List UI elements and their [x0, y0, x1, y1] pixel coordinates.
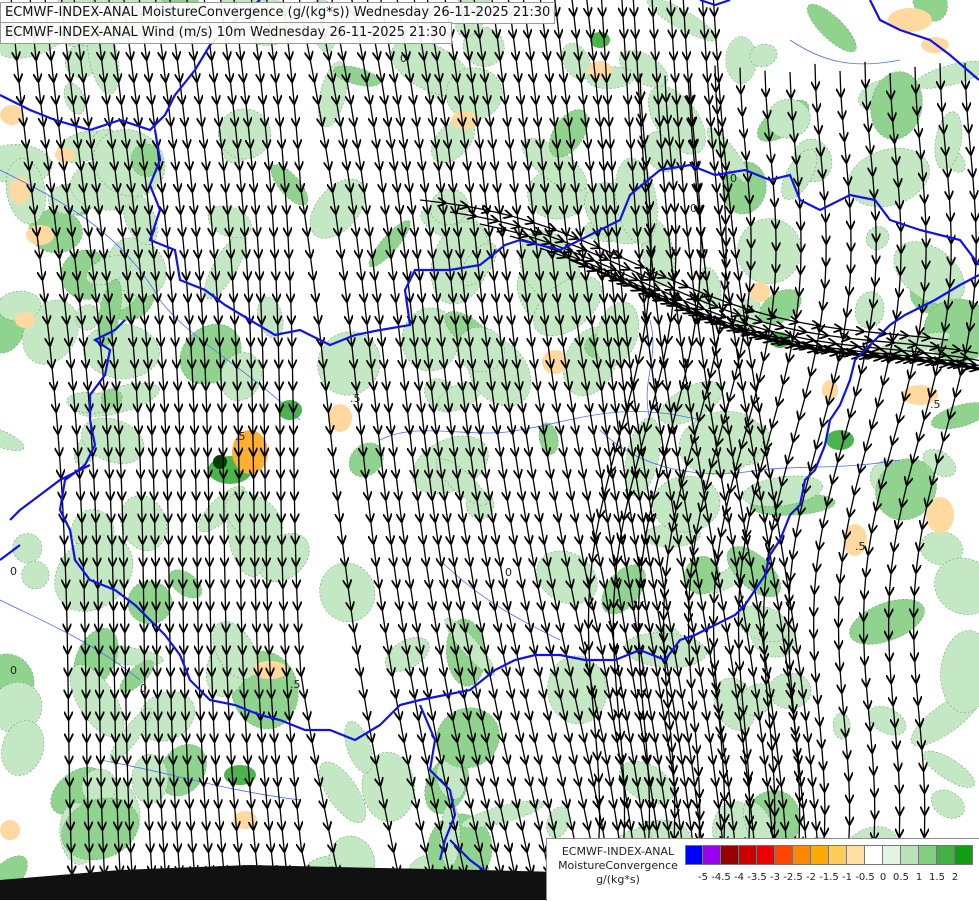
legend-tick: 0: [879, 872, 887, 883]
map-title-moisture: ECMWF-INDEX-ANAL MoistureConvergence (g/…: [0, 2, 556, 24]
contour-label: 0: [10, 565, 17, 578]
legend-tick: -1.5: [819, 872, 839, 883]
legend-swatch: [703, 845, 721, 865]
contour-label: 0: [10, 664, 17, 677]
legend-swatch: [775, 845, 793, 865]
map-frame: 0 0 0.5.5.5.5.5 0 0 0 0: [0, 0, 979, 900]
contour-label: 0: [690, 202, 697, 215]
contour-label: .5: [855, 540, 866, 553]
legend-tick: -3: [770, 872, 780, 883]
legend-color-bar: [685, 845, 973, 865]
legend-tick: -2: [806, 872, 816, 883]
legend-swatch: [685, 845, 703, 865]
weather-map: 000.5.5.5.5.50000: [0, 0, 979, 900]
divergence-area: [26, 225, 54, 245]
legend-swatch: [829, 845, 847, 865]
legend-swatch: [901, 845, 919, 865]
contour-label: 0: [505, 566, 512, 579]
legend-tick: -2.5: [783, 872, 803, 883]
peak-convergence-spot: [213, 455, 227, 469]
legend-tick-labels: -5 -4.5 -4 -3.5 -3 -2.5 -2 -1.5 -1 -0.5 0 0.5 1 1.5 2: [685, 872, 979, 886]
divergence-area: [55, 147, 75, 163]
divergence-area: [0, 105, 24, 125]
legend-swatch: [955, 845, 973, 865]
divergence-area: [588, 61, 612, 79]
legend-swatch: [811, 845, 829, 865]
legend-tick: -1: [842, 872, 852, 883]
legend-tick: 1.5: [929, 872, 945, 883]
legend-title-line: MoistureConvergence: [558, 859, 678, 872]
contour-label: .5: [235, 430, 246, 443]
legend-tick: -0.5: [855, 872, 875, 883]
divergence-area: [15, 312, 35, 328]
legend-swatch: [757, 845, 775, 865]
color-legend: ECMWF-INDEX-ANAL MoistureConvergence g/(…: [546, 838, 979, 901]
legend-swatch: [937, 845, 955, 865]
legend-swatch: [739, 845, 757, 865]
divergence-area: [750, 282, 770, 302]
legend-tick: -4: [734, 872, 744, 883]
map-title-wind: ECMWF-INDEX-ANAL Wind (m/s) 10m Wednesda…: [0, 22, 452, 44]
contour-label: 0: [140, 682, 147, 695]
legend-swatch: [793, 845, 811, 865]
legend-swatch: [865, 845, 883, 865]
contour-label: 0: [730, 172, 737, 185]
legend-tick: -3.5: [747, 872, 767, 883]
legend-title-line: g/(kg*s): [596, 873, 640, 886]
legend-title-line: ECMWF-INDEX-ANAL: [561, 845, 675, 858]
divergence-area: [926, 497, 954, 533]
legend-swatch: [847, 845, 865, 865]
contour-label: .5: [930, 398, 941, 411]
legend-tick: -5: [698, 872, 708, 883]
legend-swatch: [883, 845, 901, 865]
contour-label: .5: [290, 678, 301, 691]
strong-convergence-area: [826, 430, 854, 450]
legend-title: ECMWF-INDEX-ANAL MoistureConvergence g/(…: [553, 845, 683, 887]
contour-label: .5: [350, 392, 361, 405]
divergence-area: [0, 820, 20, 840]
contour-label: 0: [400, 52, 407, 65]
legend-tick: 2: [951, 872, 959, 883]
legend-tick: 1: [915, 872, 923, 883]
legend-swatch: [919, 845, 937, 865]
legend-tick: -4.5: [711, 872, 731, 883]
legend-tick: 0.5: [893, 872, 909, 883]
divergence-area: [451, 111, 479, 129]
divergence-area: [328, 404, 352, 432]
strong-convergence-area: [224, 765, 256, 785]
strong-convergence-area: [590, 32, 610, 48]
legend-swatch: [721, 845, 739, 865]
